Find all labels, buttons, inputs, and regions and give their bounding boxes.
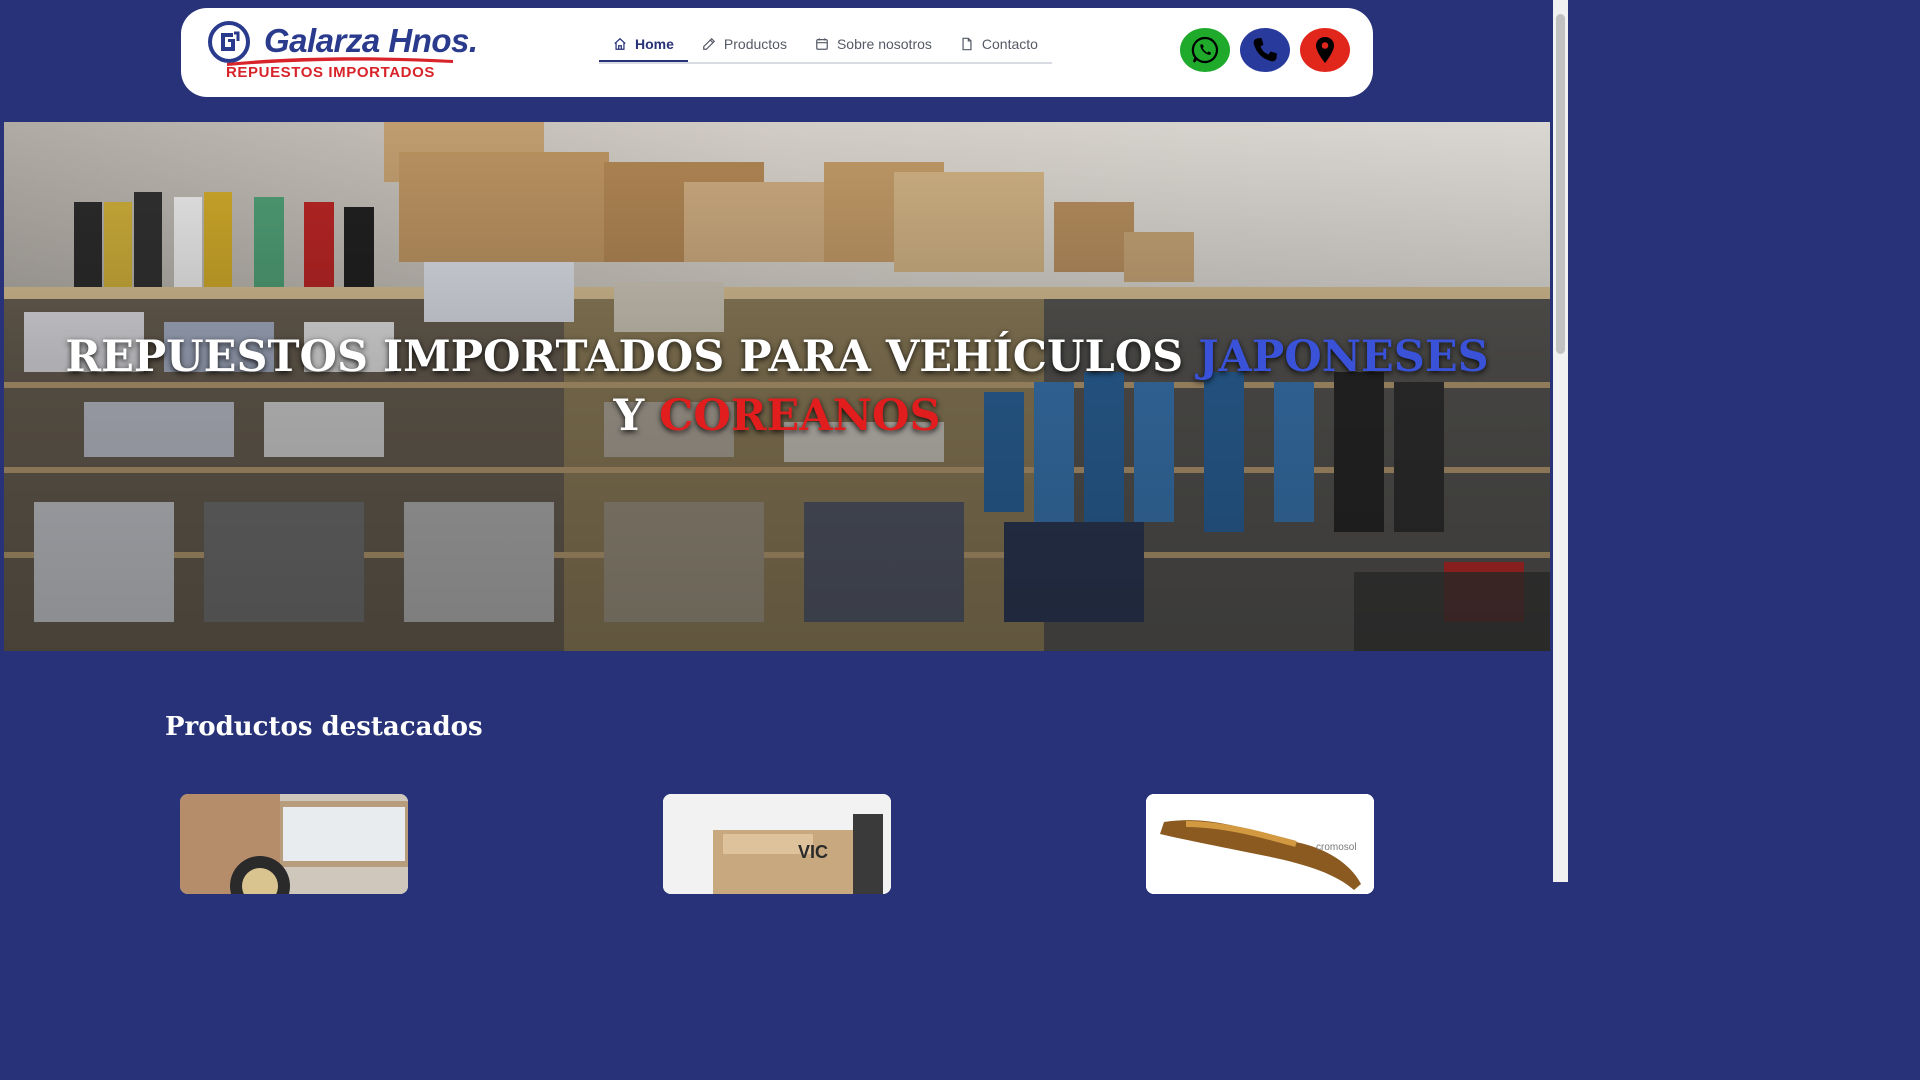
calendar-icon <box>816 38 828 50</box>
brand-logo[interactable]: Galarza Hnos. REPUESTOS IMPORTADOS <box>207 20 478 82</box>
hero-title-highlight-japoneses: JAPONESES <box>1198 332 1489 382</box>
main-nav: Home Productos Sobre nosotros Contacto <box>599 28 1052 64</box>
nav-home-label: Home <box>635 36 674 52</box>
product-card[interactable] <box>180 794 408 894</box>
nav-contacto[interactable]: Contacto <box>946 28 1052 60</box>
phone-button[interactable] <box>1240 28 1290 72</box>
nav-productos-label: Productos <box>723 36 787 52</box>
logo-brand-text: Galarza Hnos. <box>264 22 478 59</box>
document-icon <box>962 37 972 51</box>
pencil-icon <box>703 37 716 50</box>
nav-sobre-nosotros-label: Sobre nosotros <box>836 36 932 52</box>
whatsapp-icon <box>1191 36 1219 64</box>
product-card[interactable]: cromosol <box>1146 794 1374 894</box>
hero-title-highlight-coreanos: COREANOS <box>659 391 941 441</box>
nav-sobre-nosotros[interactable]: Sobre nosotros <box>801 28 946 60</box>
phone-icon <box>1253 38 1277 62</box>
hero-title-part2: Y <box>613 391 660 441</box>
product-image <box>180 794 408 894</box>
nav-contacto-label: Contacto <box>981 36 1038 52</box>
hero-title: REPUESTOS IMPORTADOS PARA VEHÍCULOS JAPO… <box>4 328 1550 446</box>
map-pin-icon <box>1316 37 1334 63</box>
hero-banner: REPUESTOS IMPORTADOS PARA VEHÍCULOS JAPO… <box>4 122 1550 651</box>
product-image: VIC <box>663 794 891 894</box>
svg-text:VIC: VIC <box>798 842 828 862</box>
nav-home[interactable]: Home <box>599 28 688 62</box>
scrollbar-thumb[interactable] <box>1556 14 1565 354</box>
home-icon <box>614 37 626 50</box>
site-header: Galarza Hnos. REPUESTOS IMPORTADOS Home … <box>181 8 1373 97</box>
whatsapp-button[interactable] <box>1180 28 1230 72</box>
product-watermark: cromosol <box>1316 842 1357 853</box>
hero-title-part1: REPUESTOS IMPORTADOS PARA VEHÍCULOS <box>65 332 1199 382</box>
featured-products-title: Productos destacados <box>165 712 483 742</box>
logo-tagline: REPUESTOS IMPORTADOS <box>226 64 435 81</box>
map-location-button[interactable] <box>1300 28 1350 72</box>
nav-productos[interactable]: Productos <box>688 28 801 60</box>
page-scrollbar[interactable] <box>1553 0 1568 882</box>
product-card[interactable]: VIC <box>663 794 891 894</box>
